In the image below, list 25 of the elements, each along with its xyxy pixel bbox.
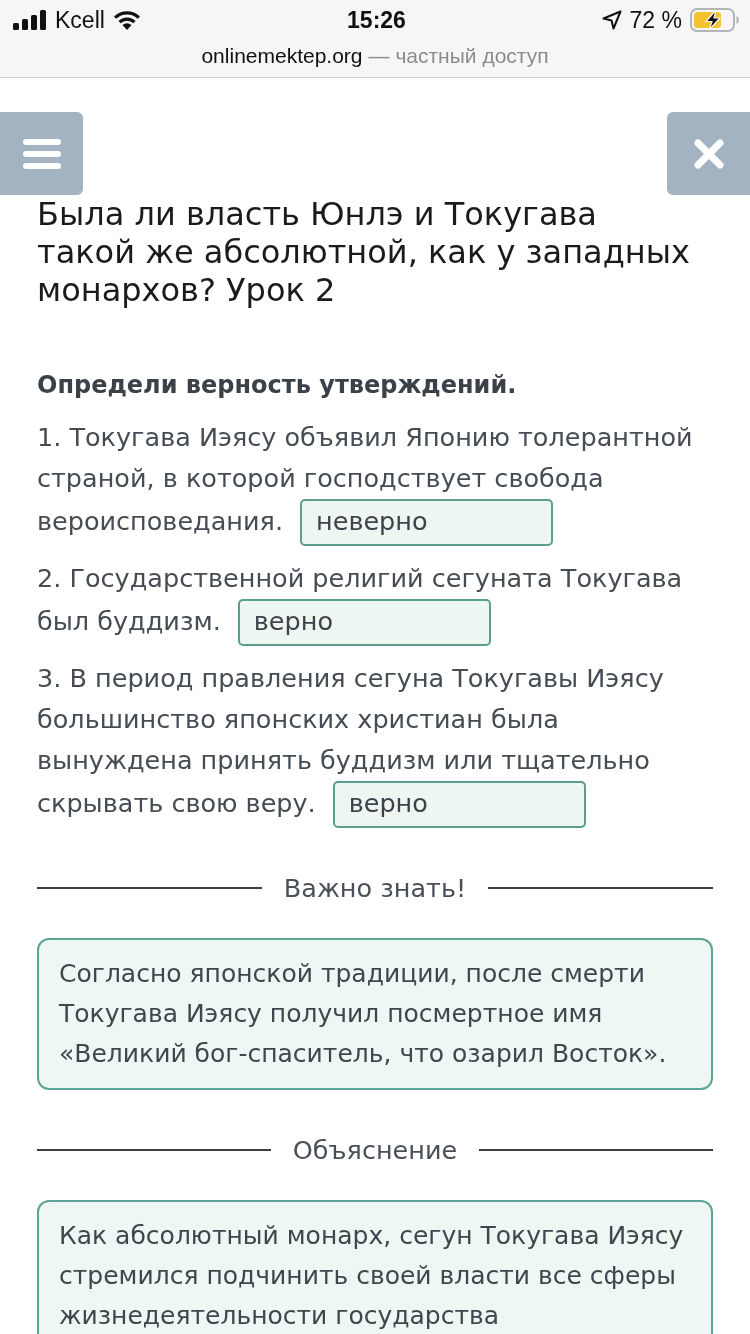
menu-button[interactable] [0,112,83,195]
lesson-title: Была ли власть Юнлэ и Токугава такой же абсолютной, как у западных монархов? Урок 2 [37,195,691,309]
access-note: — частный доступ [368,43,549,68]
statement-text: 3. В период правления сегуна Токугавы Иэясу большинство японских христиан была вынуждена принять буддизм или тщательно скрывать свою веру. верно [37,658,713,828]
task-instruction: Определи верность утверждений. [36,370,518,401]
site-domain[interactable]: onlinemektep.org [201,43,363,68]
clock-time: 15:26 [347,7,406,33]
battery-charging-icon [690,8,740,32]
statement-text: 1. Токугава Иэясу объявил Японию толерантной страной, в которой господствует свобода вероисповедания. неверно [37,417,713,546]
menu-icon [22,138,61,169]
location-arrow-icon [601,10,622,30]
battery-percent: 72 % [629,7,682,33]
info-text: Согласно японской традиции, после смерти Токугава Иэясу получил посмертное имя «Великий бог-спаситель, что озарил Восток». [59,958,668,1070]
answer-field[interactable]: верно [332,781,586,828]
statement-text: 2. Государственной религий сегуната Токугава был буддизм. верно [37,558,713,646]
close-icon [693,138,724,169]
wifi-icon [112,10,141,30]
signal-icon [13,10,47,30]
section-heading: Объяснение [292,1134,458,1167]
section-heading: Важно знать! [283,872,467,905]
close-button[interactable] [667,112,750,195]
answer-field[interactable]: неверно [300,499,554,546]
info-text: Как абсолютный монарх, сегун Токугава Иэясу стремился подчинить своей власти все сферы жизнедеятельности государства [59,1220,685,1332]
carrier-name: Kcell [55,7,105,33]
answer-field[interactable]: верно [237,599,491,646]
